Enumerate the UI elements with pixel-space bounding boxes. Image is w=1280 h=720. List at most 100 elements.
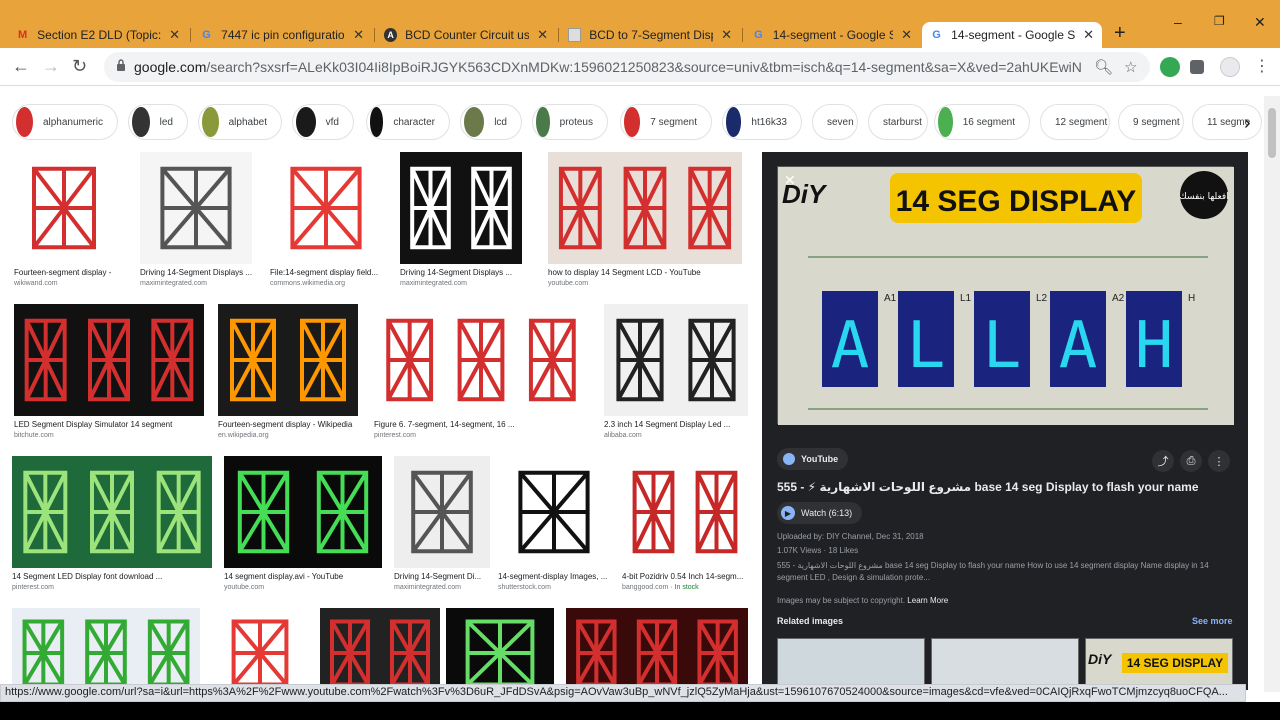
image-result[interactable]: 14 Segment LED Display font download ...… — [12, 456, 212, 594]
close-icon[interactable]: ✕ — [721, 27, 732, 43]
image-result[interactable] — [566, 608, 748, 690]
image-result[interactable]: 14-segment-display Images, ... shuttersto… — [498, 456, 610, 594]
menu-icon[interactable]: ⋮ — [1254, 56, 1270, 76]
image-result[interactable] — [446, 608, 554, 690]
chip-16-segment[interactable]: 16 segment — [934, 104, 1030, 140]
image-result[interactable]: Fourteen-segment display - ... wikiwand.c… — [14, 152, 114, 290]
zoom-icon[interactable]: 🔍︎ — [1094, 58, 1113, 76]
result-thumbnail[interactable] — [498, 456, 610, 568]
result-caption[interactable]: File:14-segment display field... — [270, 268, 382, 277]
chip-9-segment[interactable]: 9 segment — [1118, 104, 1184, 140]
chip-starburst[interactable]: starburst — [868, 104, 928, 140]
chip-7-segment[interactable]: 7 segment — [620, 104, 712, 140]
image-result[interactable]: Driving 14-Segment Di... maximintegrated.… — [394, 456, 490, 594]
image-result[interactable]: File:14-segment display field... commons.… — [270, 152, 382, 290]
result-thumbnail[interactable] — [14, 304, 204, 416]
new-tab-button[interactable]: + — [1114, 22, 1126, 45]
result-thumbnail[interactable] — [218, 304, 358, 416]
result-thumbnail[interactable] — [394, 456, 490, 568]
chip-alphanumeric[interactable]: alphanumeric — [12, 104, 118, 140]
result-thumbnail[interactable] — [548, 152, 742, 264]
scrollbar-thumb[interactable] — [1268, 108, 1276, 158]
result-caption[interactable]: LED Segment Display Simulator 14 segment — [14, 420, 204, 429]
result-caption[interactable]: Fourteen-segment display - ... — [14, 268, 114, 277]
image-result[interactable] — [12, 608, 200, 690]
bookmark-star-icon[interactable]: ☆ — [1124, 58, 1137, 76]
related-image-1[interactable] — [777, 638, 925, 690]
page-scrollbar[interactable] — [1264, 96, 1280, 692]
result-caption[interactable]: 14 segment display.avi - YouTube — [224, 572, 382, 581]
chip-11-segme[interactable]: 11 segme — [1192, 104, 1262, 140]
related-image-2[interactable] — [931, 638, 1079, 690]
learn-more-link[interactable]: Learn More — [907, 596, 948, 605]
result-caption[interactable]: 14 Segment LED Display font download ... — [12, 572, 212, 581]
result-thumbnail[interactable] — [224, 456, 382, 568]
image-result[interactable]: Driving 14-Segment Displays ... maximinte… — [400, 152, 522, 290]
result-thumbnail[interactable] — [216, 608, 304, 690]
result-thumbnail[interactable] — [320, 608, 440, 690]
chip-led[interactable]: led — [128, 104, 188, 140]
image-result[interactable]: 14 segment display.avi - YouTube youtube.… — [224, 456, 382, 594]
minimize-button[interactable]: – — [1174, 14, 1182, 30]
tab-gmail[interactable]: M Section E2 DLD (Topic: ✕ — [8, 22, 188, 48]
image-result[interactable]: LED Segment Display Simulator 14 segment… — [14, 304, 204, 442]
result-thumbnail[interactable] — [14, 152, 114, 264]
image-result[interactable]: 2.3 inch 14 Segment Display Led ... aliba… — [604, 304, 748, 442]
close-icon[interactable]: ✕ — [169, 27, 180, 43]
result-thumbnail[interactable] — [446, 608, 554, 690]
tab-bcd-7seg[interactable]: BCD to 7-Segment Disp ✕ — [560, 22, 740, 48]
result-caption[interactable]: 2.3 inch 14 Segment Display Led ... — [604, 420, 748, 429]
image-result[interactable]: Fourteen-segment display - Wikipedia en.w… — [218, 304, 358, 442]
image-result[interactable]: how to display 14 Segment LCD - YouTube y… — [548, 152, 742, 290]
watch-button[interactable]: ▶ Watch (6:13) — [777, 502, 863, 524]
result-thumbnail[interactable] — [140, 152, 252, 264]
chip-lcd[interactable]: lcd — [460, 104, 522, 140]
chip-seven[interactable]: seven — [812, 104, 858, 140]
close-icon[interactable]: ✕ — [537, 27, 548, 43]
grammarly-icon[interactable] — [1160, 57, 1180, 77]
result-caption[interactable]: Driving 14-Segment Di... — [394, 572, 490, 581]
close-icon[interactable]: ✕ — [353, 27, 364, 43]
source-pill[interactable]: YouTube — [777, 448, 849, 470]
close-icon[interactable]: ✕ — [1083, 27, 1094, 43]
result-caption[interactable]: Figure 6. 7-segment, 14-segment, 16 ... — [374, 420, 588, 429]
chip-proteus[interactable]: proteus — [532, 104, 608, 140]
chip-alphabet[interactable]: alphabet — [198, 104, 282, 140]
result-thumbnail[interactable] — [566, 608, 748, 690]
share-icon[interactable]: ⤴ — [1152, 450, 1174, 472]
save-icon[interactable]: ⎙ — [1180, 450, 1202, 472]
related-image-3[interactable]: 14 SEG DISPLAY DiY — [1085, 638, 1233, 690]
result-caption[interactable]: how to display 14 Segment LCD - YouTube — [548, 268, 742, 277]
result-thumbnail[interactable] — [12, 608, 200, 690]
result-thumbnail[interactable] — [622, 456, 748, 568]
image-result[interactable] — [320, 608, 440, 690]
image-result[interactable]: Driving 14-Segment Displays ... maximinte… — [140, 152, 252, 290]
address-bar[interactable]: google.com/search?sxsrf=ALeKk03I04Ii8IpB… — [104, 52, 1150, 82]
tab-bcd-counter[interactable]: A BCD Counter Circuit usin ✕ — [376, 22, 556, 48]
image-result[interactable]: 4-bit Pozidriv 0.54 Inch 14-segm... bangg… — [622, 456, 748, 594]
result-thumbnail[interactable] — [604, 304, 748, 416]
image-result[interactable] — [216, 608, 304, 690]
see-more-link[interactable]: See more — [1192, 616, 1233, 626]
back-button[interactable]: ← — [12, 56, 30, 77]
result-thumbnail[interactable] — [12, 456, 212, 568]
result-caption[interactable]: Driving 14-Segment Displays ... — [400, 268, 522, 277]
tab-7447[interactable]: G 7447 ic pin configuration ✕ — [192, 22, 372, 48]
result-thumbnail[interactable] — [374, 304, 588, 416]
result-caption[interactable]: 4-bit Pozidriv 0.54 Inch 14-segm... — [622, 572, 748, 581]
result-caption[interactable]: Fourteen-segment display - Wikipedia — [218, 420, 358, 429]
extensions-icon[interactable] — [1190, 60, 1204, 74]
chip-character[interactable]: character — [366, 104, 450, 140]
profile-avatar[interactable] — [1220, 57, 1240, 77]
chip-12-segment[interactable]: 12 segment — [1040, 104, 1110, 140]
restore-button[interactable]: ❐ — [1214, 14, 1225, 28]
forward-button[interactable]: → — [42, 56, 60, 77]
preview-image[interactable]: 14 SEG DISPLAY DiY افعلها بنفسك A A1 L L1 L L… — [777, 166, 1234, 425]
tab-14segment-active[interactable]: G 14-segment - Google Se ✕ — [922, 22, 1102, 48]
result-caption[interactable]: Driving 14-Segment Displays ... — [140, 268, 252, 277]
reload-button[interactable]: ↻ — [72, 56, 87, 77]
image-result[interactable]: Figure 6. 7-segment, 14-segment, 16 ... p… — [374, 304, 588, 442]
chip-ht16k33[interactable]: ht16k33 — [722, 104, 802, 140]
more-options-icon[interactable]: ⋮ — [1208, 450, 1230, 472]
close-window-button[interactable]: ✕ — [1254, 14, 1266, 31]
